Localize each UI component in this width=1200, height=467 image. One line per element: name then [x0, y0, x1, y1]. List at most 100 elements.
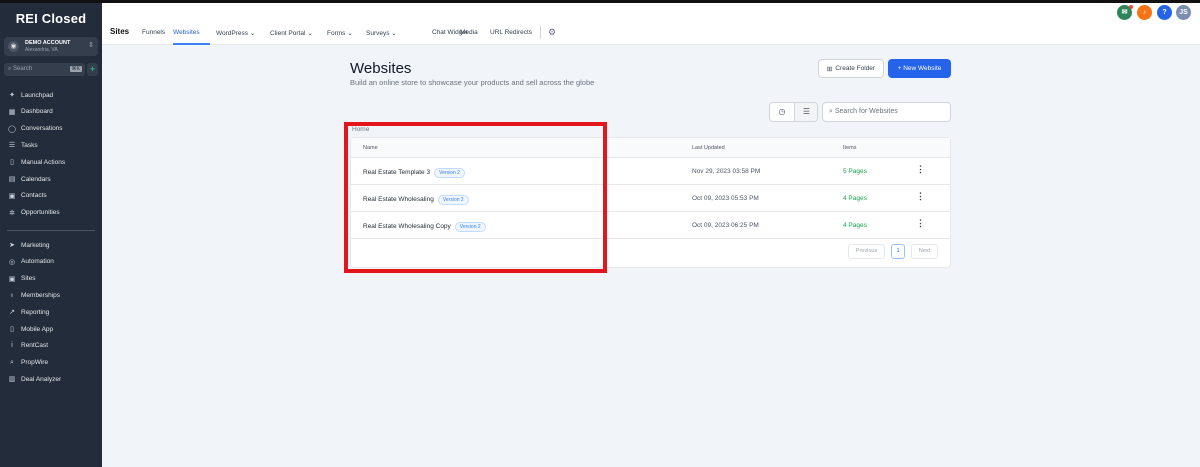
quick-add-button[interactable]: +: [87, 63, 98, 76]
tab-label: URL Redirects: [490, 29, 533, 36]
more-options-icon[interactable]: ⋮: [916, 218, 925, 229]
sidebar-item-conversations[interactable]: ◯ Conversations: [0, 121, 102, 137]
sidebar-item-memberships[interactable]: ♁ Memberships: [0, 287, 102, 303]
account-name: DEMO ACCOUNT: [25, 40, 71, 46]
tab-surveys[interactable]: Surveys ⌄: [366, 29, 397, 37]
dashboard-icon: ▦: [8, 108, 16, 116]
tab-wordpress[interactable]: WordPress ⌄: [216, 29, 255, 37]
pages-count[interactable]: 4 Pages: [843, 222, 867, 229]
sidebar-item-contacts[interactable]: ▣ Contacts: [0, 188, 102, 204]
sidebar-item-opportunities[interactable]: ✲ Opportunities: [0, 205, 102, 221]
sidebar-item-reporting[interactable]: ↗ Reporting: [0, 304, 102, 320]
pages-count[interactable]: 4 Pages: [843, 195, 867, 202]
sidebar-item-label: PropWire: [21, 359, 49, 367]
tab-media[interactable]: Media: [460, 29, 478, 36]
column-last-updated: Last Updated: [692, 145, 725, 151]
next-button[interactable]: Next: [911, 244, 938, 259]
avatar[interactable]: JS: [1176, 5, 1191, 20]
last-updated: Nov 29, 2023 03:58 PM: [692, 168, 761, 175]
sidebar-item-label: Conversations: [21, 125, 63, 133]
calendar-icon: ▤: [8, 176, 16, 183]
section-title: Sites: [110, 27, 130, 36]
sidebar-item-label: Memberships: [21, 291, 61, 299]
sidebar-item-label: Manual Actions: [21, 158, 66, 166]
settings-gear-icon[interactable]: ⚙: [548, 27, 556, 38]
tab-forms[interactable]: Forms ⌄: [327, 29, 353, 37]
search-icon: ⌕: [10, 358, 14, 366]
page-1-button[interactable]: 1: [891, 244, 905, 259]
column-items: Items: [843, 145, 857, 151]
sidebar-item-label: Calendars: [21, 175, 51, 183]
sidebar-item-manual-actions[interactable]: ▯ Manual Actions: [0, 154, 102, 170]
sidebar-item-mobile-app[interactable]: ▯ Mobile App: [0, 321, 102, 337]
sidebar-item-dashboard[interactable]: ▦ Dashboard: [0, 104, 102, 120]
search-placeholder: Search for Websites: [834, 108, 898, 115]
last-updated: Oct 09, 2023 06:25 PM: [692, 222, 759, 229]
tab-client-portal[interactable]: Client Portal ⌄: [270, 29, 313, 37]
tasks-icon: ☰: [8, 142, 16, 150]
sidebar-item-label: Opportunities: [21, 209, 60, 217]
tab-url-redirects[interactable]: URL Redirects: [490, 29, 532, 36]
info-icon: i: [11, 342, 13, 350]
contacts-icon: ▣: [8, 192, 16, 200]
sidebar-item-marketing[interactable]: ➤ Marketing: [0, 237, 102, 253]
calculator-icon: ▥: [8, 376, 16, 384]
sites-icon: ▣: [8, 275, 16, 283]
view-toggle: ◷ ☰: [769, 102, 818, 122]
chat-icon: ◯: [8, 125, 16, 133]
notification-dot: [1129, 5, 1133, 9]
sidebar-item-label: Mobile App: [21, 325, 54, 333]
page-subtitle: Build an online store to showcase your p…: [350, 78, 595, 87]
more-options-icon[interactable]: ⋮: [916, 191, 925, 202]
tab-label: Funnels: [142, 29, 166, 36]
create-folder-label: Create Folder: [835, 65, 876, 72]
more-options-icon[interactable]: ⋮: [916, 164, 925, 175]
sidebar-item-label: Reporting: [21, 308, 50, 316]
sidebar-item-propwire[interactable]: ⌕ PropWire: [0, 355, 102, 371]
pages-count[interactable]: 5 Pages: [843, 168, 867, 175]
sidebar-item-label: Tasks: [21, 141, 38, 149]
help-icon[interactable]: ?: [1157, 5, 1172, 20]
opportunities-icon: ✲: [9, 209, 15, 217]
tab-label: Forms: [327, 30, 346, 37]
account-icon: ◉: [8, 41, 19, 52]
previous-button[interactable]: Previous: [848, 244, 885, 259]
chevron-down-icon: ⌄: [391, 30, 397, 37]
chevron-down-icon: ⌄: [307, 30, 313, 37]
page-title: Websites: [350, 60, 412, 77]
chart-icon: ↗: [9, 309, 15, 317]
folder-plus-icon: ⊞: [826, 65, 833, 73]
automation-icon: ◎: [8, 258, 16, 266]
active-tab-indicator: [173, 43, 210, 45]
create-folder-button[interactable]: ⊞ Create Folder: [818, 59, 884, 78]
bell-icon[interactable]: ♪: [1137, 5, 1152, 20]
account-switcher[interactable]: ◉ DEMO ACCOUNT Alexandria, VA ⇕: [4, 37, 98, 56]
tab-funnels[interactable]: Funnels: [142, 29, 165, 36]
sidebar-item-sites[interactable]: ▣ Sites: [0, 271, 102, 287]
tab-separator: [540, 26, 541, 39]
sidebar-search[interactable]: ⌕ Search ⌘K: [4, 63, 85, 76]
sidebar-item-label: RentCast: [21, 342, 49, 350]
sidebar-item-launchpad[interactable]: ✦ Launchpad: [0, 87, 102, 103]
tab-websites[interactable]: Websites: [173, 29, 200, 36]
shortcut-badge: ⌘K: [69, 66, 82, 72]
new-website-button[interactable]: + New Website: [888, 59, 951, 78]
award-icon: ♁: [9, 291, 15, 299]
sidebar-item-deal-analyzer[interactable]: ▥ Deal Analyzer: [0, 371, 102, 387]
sidebar-item-automation[interactable]: ◎ Automation: [0, 254, 102, 270]
tab-label: Client Portal: [270, 30, 306, 37]
sidebar-item-tasks[interactable]: ☰ Tasks: [0, 137, 102, 153]
sidebar-item-calendars[interactable]: ▤ Calendars: [0, 171, 102, 187]
last-updated: Oct 09, 2023 05:53 PM: [692, 195, 759, 202]
list-view-icon[interactable]: ☰: [794, 103, 817, 121]
clock-icon[interactable]: ◷: [770, 103, 794, 121]
search-websites-input[interactable]: ⌕ Search for Websites: [822, 102, 951, 122]
chevron-down-icon: ⌄: [249, 30, 256, 37]
sidebar: REI Closed ◉ DEMO ACCOUNT Alexandria, VA…: [0, 3, 102, 467]
logo: REI Closed: [15, 11, 87, 26]
chevron-updown-icon: ⇕: [88, 42, 94, 49]
sidebar-item-label: Dashboard: [21, 108, 53, 116]
sidebar-item-rentcast[interactable]: i RentCast: [0, 338, 102, 354]
rocket-icon: ✦: [9, 92, 15, 99]
tab-label: Media: [460, 29, 478, 36]
